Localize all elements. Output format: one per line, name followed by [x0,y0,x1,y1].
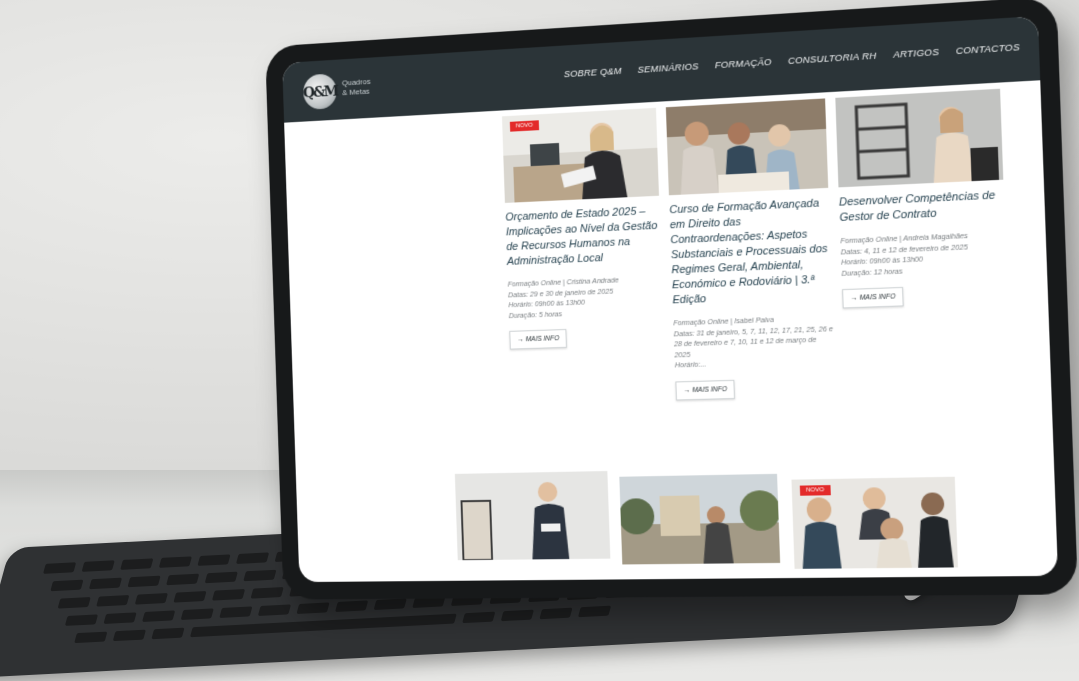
course-thumbnail[interactable] [835,88,1004,188]
course-card: Curso de Formação Avançada em Direito da… [665,98,836,401]
tablet-screen: Q&M Quadros & Metas SOBRE Q&M SEMINÁRIOS… [282,15,1059,583]
course-thumbnail[interactable] [665,98,829,196]
office-manager-photo [835,88,1004,188]
more-info-button[interactable]: → MAIS INFO [509,328,568,350]
logo-text-line2: & Metas [342,86,370,98]
course-thumbnail[interactable] [454,471,611,561]
new-badge: NOVO [799,485,831,496]
course-thumbnail[interactable] [619,473,781,565]
course-card: NOVO [791,476,958,569]
nav-item-seminarios[interactable]: SEMINÁRIOS [637,61,699,76]
nav-item-artigos[interactable]: ARTIGOS [893,47,939,61]
nav-item-formacao[interactable]: FORMAÇÃO [715,57,772,71]
outdoor-reading-photo [619,473,781,565]
logo-text: Quadros & Metas [342,77,371,98]
meeting-photo [665,98,829,196]
course-thumbnail[interactable]: NOVO [501,107,659,203]
nav-item-consultoria[interactable]: CONSULTORIA RH [788,51,877,67]
course-title[interactable]: Curso de Formação Avançada em Direito da… [669,196,832,308]
course-meta: Formação Online | Andreia Magalhães Data… [840,229,1006,279]
course-thumbnail[interactable]: NOVO [791,476,958,569]
course-card [454,471,611,561]
new-badge: NOVO [509,120,539,132]
logo-mark: Q&M [302,81,338,102]
course-card: NOVO Orçamento de Estado 2025 – Implicaç… [501,107,664,350]
course-card [619,473,781,565]
course-card: Desenvolver Competências de Gestor de Co… [835,88,1007,309]
course-title[interactable]: Desenvolver Competências de Gestor de Co… [839,188,1005,226]
course-meta: Formação Online | Isabel Paiva Datas: 31… [673,313,834,371]
nav-item-sobre[interactable]: SOBRE Q&M [564,66,622,80]
course-title[interactable]: Orçamento de Estado 2025 – Implicações a… [505,204,661,270]
nav-item-contactos[interactable]: CONTACTOS [956,42,1020,57]
course-meta: Formação Online | Cristina Andrade Datas… [508,274,664,321]
site-logo[interactable]: Q&M [302,73,338,110]
course-meta-line: Datas: 31 de janeiro, 5, 7, 11, 12, 17, … [673,323,834,359]
more-info-button[interactable]: → MAIS INFO [842,286,905,309]
more-info-button[interactable]: → MAIS INFO [675,379,736,401]
tablet-device: Q&M Quadros & Metas SOBRE Q&M SEMINÁRIOS… [265,0,1079,600]
businessman-photo [454,471,611,561]
main-nav: SOBRE Q&M SEMINÁRIOS FORMAÇÃO CONSULTORI… [564,42,1020,80]
course-grid: NOVO Orçamento de Estado 2025 – Implicaç… [284,80,1058,582]
